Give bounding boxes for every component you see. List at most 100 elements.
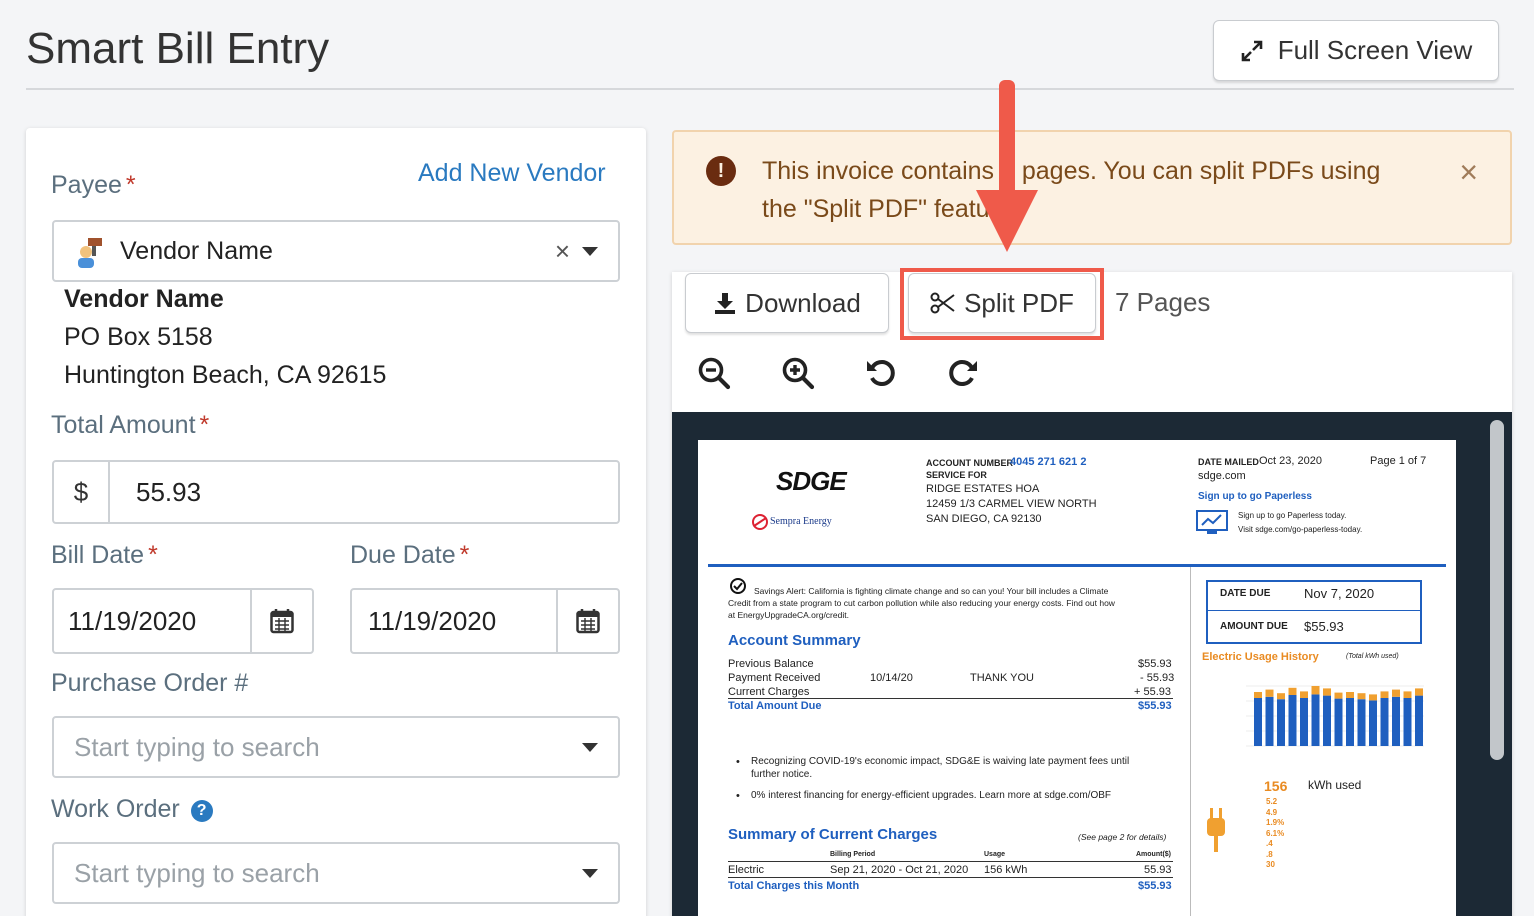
paperless-heading: Sign up to go Paperless <box>1198 491 1312 502</box>
current-charges-title: Summary of Current Charges <box>728 826 938 843</box>
chevron-down-icon[interactable] <box>582 742 598 752</box>
due-date-input[interactable]: 11/19/2020 <box>352 606 556 637</box>
purchase-order-select[interactable]: Start typing to search <box>52 716 620 778</box>
charges-rule-top <box>728 861 1173 862</box>
savings-alert-line2: Credit from a state program to cut carbo… <box>728 598 1115 608</box>
total-amount-field[interactable]: $ 55.93 <box>52 460 620 524</box>
sdge-site: sdge.com <box>1198 470 1246 482</box>
rotate-left-icon[interactable] <box>864 356 898 390</box>
chart-bar <box>1415 695 1423 746</box>
summary-rule <box>728 698 1173 699</box>
bullet1-line2: further notice. <box>751 769 813 780</box>
due-date-calendar-button[interactable] <box>556 590 618 652</box>
amount-due-label: AMOUNT DUE <box>1220 621 1288 632</box>
chart-bar-peak <box>1323 688 1331 696</box>
billing-period-header: Billing Period <box>830 851 876 858</box>
check-icon <box>730 578 746 594</box>
total-amount-label: Total Amount * <box>51 411 210 439</box>
paperless-sub1: Sign up to go Paperless today. <box>1238 511 1347 520</box>
total-due-label: Total Amount Due <box>728 700 822 712</box>
chevron-down-icon[interactable] <box>582 868 598 878</box>
page-of: Page 1 of 7 <box>1370 455 1427 467</box>
currency-addon: $ <box>54 462 110 522</box>
paperless-sub2: Visit sdge.com/go-paperless-today. <box>1238 525 1363 534</box>
chart-bar-peak <box>1334 692 1343 699</box>
usage-stat: 6.1% <box>1266 828 1285 838</box>
sempra-text: Sempra Energy <box>770 516 832 527</box>
previous-balance-label: Previous Balance <box>728 658 814 670</box>
electric-period: Sep 21, 2020 - Oct 21, 2020 <box>830 864 969 876</box>
bill-form: Payee * Add New Vendor Vendor Name × Vend… <box>26 128 646 916</box>
due-date-field[interactable]: 11/19/2020 <box>350 588 620 654</box>
chart-bar <box>1346 698 1354 746</box>
chart-bar <box>1380 698 1389 746</box>
bill-column-divider <box>1190 567 1191 916</box>
total-due-value: $55.93 <box>1138 700 1172 712</box>
pdf-scrollbar[interactable] <box>1490 420 1504 760</box>
page-title: Smart Bill Entry <box>26 24 330 73</box>
vendor-address-line2: Huntington Beach, CA 92615 <box>64 361 387 389</box>
kwh-label: kWh used <box>1308 778 1362 792</box>
computer-icon <box>1196 510 1228 534</box>
exclamation-icon: ! <box>706 156 736 186</box>
rotate-right-icon[interactable] <box>946 356 980 390</box>
current-charges-label: Current Charges <box>728 686 810 698</box>
usage-stat: 1.9% <box>1266 818 1285 827</box>
help-icon[interactable]: ? <box>190 800 213 822</box>
purchase-order-placeholder: Start typing to search <box>74 731 320 762</box>
bullet1-line1: Recognizing COVID-19's economic impact, … <box>751 756 1130 767</box>
chart-bar <box>1323 695 1331 746</box>
account-summary-title: Account Summary <box>728 632 861 649</box>
chart-bar-peak <box>1265 689 1274 697</box>
download-button[interactable]: Download <box>685 273 889 333</box>
electric-usage: 156 kWh <box>984 864 1028 876</box>
usage-history-title: Electric Usage History <box>1202 651 1319 663</box>
bill-date-input[interactable]: 11/19/2020 <box>54 606 250 637</box>
vendor-address-line1: PO Box 5158 <box>64 323 213 351</box>
usage-stat: .8 <box>1266 849 1273 859</box>
date-due: Nov 7, 2020 <box>1304 586 1375 601</box>
chart-bar <box>1311 694 1320 746</box>
chart-bar <box>1300 698 1308 746</box>
account-number: 4045 271 621 2 <box>1010 456 1087 468</box>
chart-bar <box>1277 699 1285 746</box>
close-alert-button[interactable]: × <box>1459 154 1478 191</box>
usage-stat: 30 <box>1266 860 1275 869</box>
expand-icon <box>1241 40 1262 61</box>
sempra-logo-icon <box>752 514 768 530</box>
usage-history-subtitle: (Total kWh used) <box>1346 653 1399 660</box>
service-line2: 12459 1/3 CARMEL VIEW NORTH <box>926 498 1097 510</box>
chart-bar-peak <box>1415 688 1423 696</box>
date-mailed-label: DATE MAILED <box>1198 457 1259 467</box>
work-order-select[interactable]: Start typing to search <box>52 842 620 904</box>
chart-bar-peak <box>1403 691 1412 698</box>
total-amount-input[interactable]: 55.93 <box>110 477 201 508</box>
charges-rule-bottom <box>728 877 1173 878</box>
zoom-in-icon[interactable] <box>781 356 815 390</box>
date-mailed: Oct 23, 2020 <box>1259 455 1322 467</box>
chart-bar <box>1392 696 1400 746</box>
annotation-arrow <box>999 80 1015 200</box>
savings-alert-line3: at EnergyUpgradeCA.org/credit. <box>728 610 849 620</box>
annotation-arrow-head <box>976 190 1038 252</box>
total-charges-amount: $55.93 <box>1138 880 1172 892</box>
chart-bar-peak <box>1311 686 1320 695</box>
split-pdf-highlight <box>900 268 1104 340</box>
chart-bar <box>1357 699 1366 746</box>
payment-date: 10/14/20 <box>870 672 913 684</box>
payee-select[interactable]: Vendor Name × <box>52 220 620 282</box>
bill-date-calendar-button[interactable] <box>250 590 312 652</box>
add-new-vendor-link[interactable]: Add New Vendor <box>418 159 606 188</box>
chart-bar-peak <box>1300 691 1308 698</box>
zoom-out-icon[interactable] <box>697 356 731 390</box>
payment-value: - 55.93 <box>1140 672 1175 684</box>
chevron-down-icon[interactable] <box>582 246 598 256</box>
usage-history-chart <box>1246 685 1424 747</box>
date-due-label: DATE DUE <box>1220 588 1271 599</box>
clear-payee-button[interactable]: × <box>555 236 570 267</box>
bill-date-field[interactable]: 11/19/2020 <box>52 588 314 654</box>
payment-note: THANK YOU <box>970 672 1034 684</box>
account-number-label: ACCOUNT NUMBER <box>926 458 1013 468</box>
payee-selected-value: Vendor Name <box>120 236 273 265</box>
full-screen-button[interactable]: Full Screen View <box>1213 20 1499 81</box>
